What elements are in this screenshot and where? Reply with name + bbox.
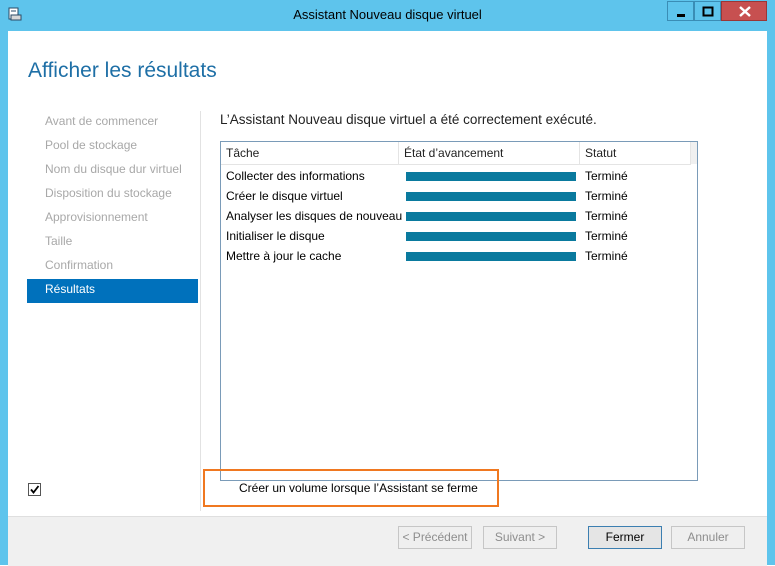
column-header-tache[interactable]: Tâche (221, 142, 399, 164)
progress-bar (406, 212, 576, 221)
task-cell: Collecter des informations (226, 169, 365, 183)
nav-step-avant-de-commencer: Avant de commencer (45, 114, 159, 128)
wizard-window: Assistant Nouveau disque virtuel Affiche… (0, 0, 775, 566)
nav-divider (200, 111, 201, 511)
progress-bar (406, 252, 576, 261)
results-table: Tâche État d’avancement Statut Collecter… (220, 141, 698, 481)
maximize-icon (702, 6, 714, 17)
progress-fill (406, 212, 576, 221)
next-button[interactable]: Suivant > (483, 526, 557, 549)
task-cell: Mettre à jour le cache (226, 249, 342, 263)
nav-step-pool-de-stockage: Pool de stockage (45, 138, 138, 152)
maximize-button[interactable] (694, 1, 721, 21)
nav-step-confirmation: Confirmation (45, 258, 114, 272)
nav-step-approvisionnement: Approvisionnement (45, 210, 148, 224)
nav-step-resultats[interactable]: Résultats (27, 279, 198, 303)
title-bar[interactable]: Assistant Nouveau disque virtuel (0, 0, 775, 30)
status-cell: Terminé (585, 229, 628, 243)
table-row[interactable]: Créer le disque virtuel Terminé (221, 186, 691, 206)
nav-step-taille: Taille (45, 234, 73, 248)
status-cell: Terminé (585, 169, 628, 183)
progress-fill (406, 172, 576, 181)
status-cell: Terminé (585, 249, 628, 263)
create-volume-label[interactable]: Créer un volume lorsque l’Assistant se f… (239, 481, 478, 495)
previous-button[interactable]: < Précédent (398, 526, 472, 549)
status-cell: Terminé (585, 209, 628, 223)
wizard-footer: < Précédent Suivant > Fermer Annuler (8, 516, 767, 566)
task-cell: Créer le disque virtuel (226, 189, 343, 203)
status-cell: Terminé (585, 189, 628, 203)
close-wizard-button[interactable]: Fermer (588, 526, 662, 549)
header-filler (691, 142, 697, 164)
table-row[interactable]: Collecter des informations Terminé (221, 166, 691, 186)
progress-fill (406, 232, 576, 241)
create-volume-checkbox[interactable] (28, 483, 41, 496)
checkmark-icon (30, 485, 40, 494)
progress-fill (406, 192, 576, 201)
success-message: L’Assistant Nouveau disque virtuel a été… (220, 112, 597, 127)
nav-step-disposition: Disposition du stockage (45, 186, 172, 200)
progress-fill (406, 252, 576, 261)
page-title: Afficher les résultats (28, 59, 217, 82)
progress-bar (406, 192, 576, 201)
table-header: Tâche État d’avancement Statut (221, 142, 691, 165)
close-icon (739, 6, 751, 17)
wizard-steps-nav: Avant de commencer Pool de stockage Nom … (27, 111, 198, 303)
progress-bar (406, 232, 576, 241)
wizard-client-area: Afficher les résultats Avant de commence… (8, 31, 767, 566)
close-button[interactable] (721, 1, 767, 21)
progress-bar (406, 172, 576, 181)
column-header-statut[interactable]: Statut (580, 142, 691, 164)
task-cell: Initialiser le disque (226, 229, 325, 243)
table-row[interactable]: Initialiser le disque Terminé (221, 226, 691, 246)
minimize-icon (677, 14, 685, 17)
nav-step-nom-du-disque: Nom du disque dur virtuel (45, 162, 182, 176)
table-row[interactable]: Analyser les disques de nouveau Terminé (221, 206, 691, 226)
table-row[interactable]: Mettre à jour le cache Terminé (221, 246, 691, 266)
cancel-button[interactable]: Annuler (671, 526, 745, 549)
window-title: Assistant Nouveau disque virtuel (293, 7, 482, 22)
column-header-etat[interactable]: État d’avancement (399, 142, 580, 164)
minimize-button[interactable] (667, 1, 694, 21)
task-cell: Analyser les disques de nouveau (226, 209, 403, 223)
